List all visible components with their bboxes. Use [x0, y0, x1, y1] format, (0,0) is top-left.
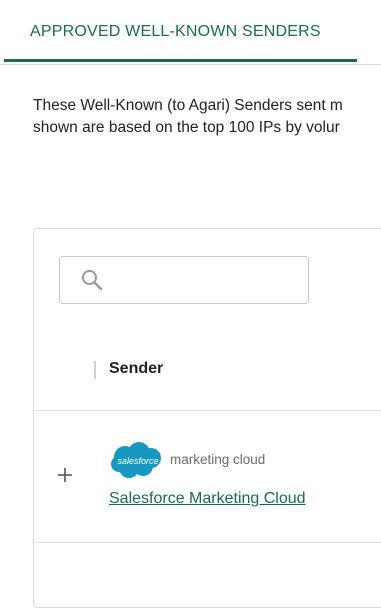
- logo-marketing-cloud-text: marketing cloud: [170, 452, 266, 467]
- tab-label: APPROVED WELL-KNOWN SENDERS: [30, 23, 321, 40]
- table-header-divider: [34, 410, 381, 411]
- logo-cloud-text: salesforce: [117, 456, 158, 466]
- column-resize-handle[interactable]: [94, 361, 96, 379]
- search-box[interactable]: [59, 256, 309, 304]
- search-icon: [82, 270, 103, 291]
- salesforce-marketing-cloud-logo: salesforce marketing cloud: [109, 441, 279, 481]
- expand-row-icon[interactable]: [56, 466, 74, 484]
- tab-approved-well-known-senders[interactable]: APPROVED WELL-KNOWN SENDERS: [4, 0, 357, 62]
- description-text: These Well-Known (to Agari) Senders sent…: [33, 95, 381, 139]
- sender-link-salesforce-marketing-cloud[interactable]: Salesforce Marketing Cloud: [109, 490, 306, 508]
- description-line-1: These Well-Known (to Agari) Senders sent…: [33, 97, 343, 114]
- tab-bar: APPROVED WELL-KNOWN SENDERS: [0, 0, 381, 65]
- table-row-divider: [34, 542, 381, 543]
- column-header-sender[interactable]: Sender: [109, 360, 163, 378]
- description-line-2: shown are based on the top 100 IPs by vo…: [33, 119, 340, 136]
- salesforce-cloud-logo-icon: salesforce: [111, 442, 161, 478]
- search-input[interactable]: [112, 265, 302, 297]
- page: APPROVED WELL-KNOWN SENDERS These Well-K…: [0, 0, 381, 611]
